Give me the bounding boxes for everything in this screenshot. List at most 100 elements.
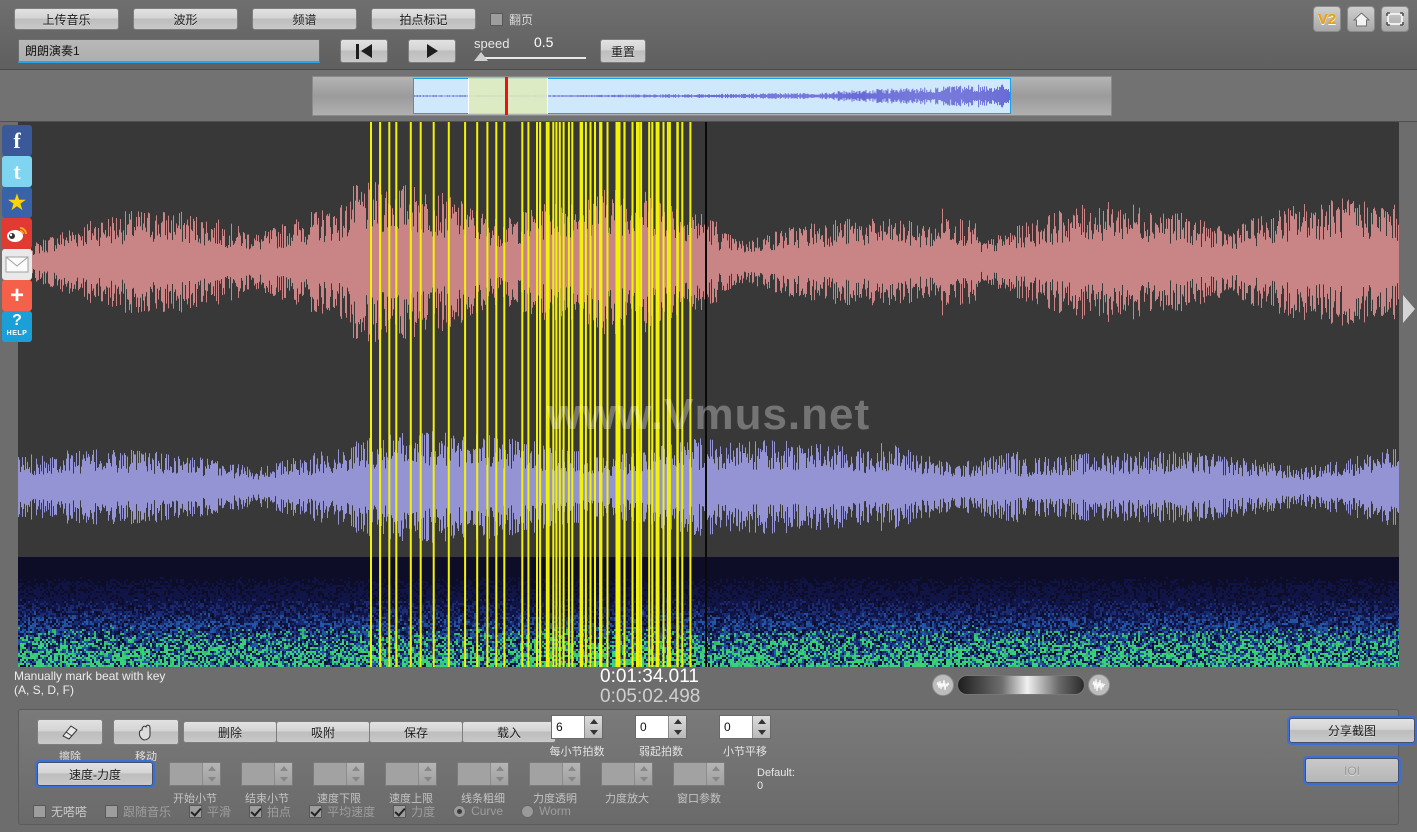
v2-badge-label: V2 bbox=[1318, 11, 1336, 28]
volume-control[interactable] bbox=[932, 674, 1110, 696]
page-flip-checkbox[interactable]: 翻页 bbox=[490, 11, 533, 28]
measure-spinner-label-0: 每小节拍数 bbox=[542, 743, 612, 759]
skip-to-start-icon bbox=[356, 43, 359, 59]
home-button[interactable] bbox=[1347, 6, 1375, 32]
measure-spinner-down-1[interactable] bbox=[669, 727, 686, 738]
default-label: Default: bbox=[757, 767, 795, 780]
top-right-icon-group: V2 bbox=[1313, 6, 1409, 32]
display-mode-radio-dot-0[interactable] bbox=[453, 804, 467, 818]
measure-spinner-value-2: 0 bbox=[720, 716, 752, 738]
v2-badge-button[interactable]: V2 bbox=[1313, 6, 1341, 32]
parameter-spinner-value-4 bbox=[458, 763, 490, 785]
play-button[interactable] bbox=[408, 39, 456, 63]
parameter-spinner-down-2 bbox=[347, 774, 364, 785]
upload-music-button[interactable]: 上传音乐 bbox=[14, 8, 119, 30]
parameter-spinner-value-7 bbox=[674, 763, 706, 785]
parameter-spinner-label-7: 窗口参数 bbox=[664, 790, 734, 806]
option-checkbox-2[interactable]: 平滑 bbox=[189, 803, 231, 820]
display-mode-radio-1[interactable]: Worm bbox=[521, 804, 571, 818]
measure-spinner-up-1[interactable] bbox=[669, 716, 686, 727]
share-screenshot-button[interactable]: 分享截图 bbox=[1287, 716, 1417, 745]
parameter-spinner-value-5 bbox=[530, 763, 562, 785]
option-checkbox-label-0: 无嗒嗒 bbox=[51, 803, 87, 820]
option-checkbox-box-3[interactable] bbox=[249, 804, 263, 818]
eraser-icon bbox=[62, 725, 78, 740]
option-checkbox-box-0[interactable] bbox=[33, 804, 46, 818]
volume-slider[interactable] bbox=[957, 675, 1085, 695]
parameter-spinner-value-3 bbox=[386, 763, 418, 785]
fullscreen-button[interactable] bbox=[1381, 6, 1409, 32]
erase-tool-button[interactable] bbox=[37, 719, 103, 745]
parameter-spinner-up-5 bbox=[563, 763, 580, 774]
save-button[interactable]: 保存 bbox=[369, 721, 463, 743]
volume-high-icon[interactable] bbox=[1088, 674, 1110, 696]
parameter-spinner-value-6 bbox=[602, 763, 634, 785]
display-mode-radio-dot-1[interactable] bbox=[521, 804, 535, 818]
speed-slider-group: speed 0.5 bbox=[474, 34, 586, 64]
speed-slider-handle[interactable] bbox=[474, 52, 488, 61]
email-icon[interactable] bbox=[2, 249, 32, 280]
parameter-spinner-up-6 bbox=[635, 763, 652, 774]
option-checkbox-1[interactable]: 跟随音乐 bbox=[105, 803, 171, 820]
help-icon[interactable]: ? HELP bbox=[2, 311, 32, 342]
reset-button[interactable]: 重置 bbox=[600, 39, 646, 63]
measure-spinner-label-1: 弱起拍数 bbox=[626, 743, 696, 759]
snap-button[interactable]: 吸附 bbox=[276, 721, 370, 743]
parameter-spinner-up-0 bbox=[203, 763, 220, 774]
load-button[interactable]: 载入 bbox=[462, 721, 556, 743]
beat-marks-button[interactable]: 拍点标记 bbox=[371, 8, 476, 30]
parameter-spinner-down-5 bbox=[563, 774, 580, 785]
skip-to-start-button[interactable] bbox=[340, 39, 388, 63]
speed-dynamics-button[interactable]: 速度-力度 bbox=[35, 760, 155, 788]
measure-spinner-up-0[interactable] bbox=[585, 716, 602, 727]
share-plus-icon[interactable]: + bbox=[2, 280, 32, 311]
parameter-spinner-up-1 bbox=[275, 763, 292, 774]
default-value: 0 bbox=[757, 780, 795, 793]
speed-slider-track[interactable] bbox=[478, 57, 586, 59]
scroll-right-arrow[interactable] bbox=[1403, 295, 1415, 323]
overview-panel bbox=[0, 70, 1417, 122]
volume-low-icon[interactable] bbox=[932, 674, 954, 696]
option-checkbox-box-5[interactable] bbox=[393, 804, 407, 818]
hand-icon bbox=[138, 724, 151, 741]
playhead-cursor[interactable] bbox=[705, 122, 707, 667]
page-flip-checkbox-box[interactable] bbox=[490, 12, 503, 26]
option-checkbox-3[interactable]: 拍点 bbox=[249, 803, 291, 820]
weibo-icon[interactable] bbox=[2, 218, 32, 249]
measure-spinner-value-0: 6 bbox=[552, 716, 584, 738]
option-checkbox-box-4[interactable] bbox=[309, 804, 323, 818]
waveform-button[interactable]: 波形 bbox=[133, 8, 238, 30]
measure-spinner-up-2[interactable] bbox=[753, 716, 770, 727]
measure-spinner-label-2: 小节平移 bbox=[710, 743, 780, 759]
overview-playhead[interactable] bbox=[505, 77, 508, 115]
facebook-icon[interactable]: f bbox=[2, 125, 32, 156]
option-checkbox-box-1[interactable] bbox=[105, 804, 119, 818]
parameter-spinner-down-0 bbox=[203, 774, 220, 785]
display-mode-radio-label-0: Curve bbox=[471, 804, 503, 818]
measure-spinner-2[interactable]: 0 bbox=[719, 715, 771, 739]
parameter-spinner-value-0 bbox=[170, 763, 202, 785]
spectrum-button[interactable]: 频谱 bbox=[252, 8, 357, 30]
option-checkbox-4[interactable]: 平均速度 bbox=[309, 803, 375, 820]
track-title-input[interactable]: 朗朗演奏1 bbox=[18, 39, 320, 63]
measure-spinner-1[interactable]: 0 bbox=[635, 715, 687, 739]
option-checkbox-5[interactable]: 力度 bbox=[393, 803, 435, 820]
ioi-button[interactable]: IOI bbox=[1303, 756, 1401, 785]
qzone-icon[interactable]: ★ bbox=[2, 187, 32, 218]
beat-marker-lines[interactable] bbox=[18, 122, 1399, 667]
overview-viewport-window[interactable] bbox=[468, 78, 548, 114]
measure-spinner-0[interactable]: 6 bbox=[551, 715, 603, 739]
parameter-spinner-down-3 bbox=[419, 774, 436, 785]
twitter-icon[interactable]: t bbox=[2, 156, 32, 187]
display-mode-radio-0[interactable]: Curve bbox=[453, 804, 503, 818]
overview-strip[interactable] bbox=[312, 76, 1112, 116]
editor-panel: 擦除 移动 删除 吸附 保存 载入 6 每小节拍数 0 弱起拍数 0 小节平移 速度-力度… bbox=[18, 709, 1417, 825]
measure-spinner-down-0[interactable] bbox=[585, 727, 602, 738]
option-checkbox-box-2[interactable] bbox=[189, 804, 203, 818]
move-tool-button[interactable] bbox=[113, 719, 179, 745]
audio-canvas[interactable]: www.Vmus.net 111234562127422352234561-1 … bbox=[18, 122, 1399, 667]
option-checkbox-0[interactable]: 无嗒嗒 bbox=[33, 803, 87, 820]
toolbar-row-secondary: 朗朗演奏1 speed 0.5 重置 bbox=[18, 34, 646, 64]
measure-spinner-down-2[interactable] bbox=[753, 727, 770, 738]
delete-button[interactable]: 删除 bbox=[183, 721, 277, 743]
